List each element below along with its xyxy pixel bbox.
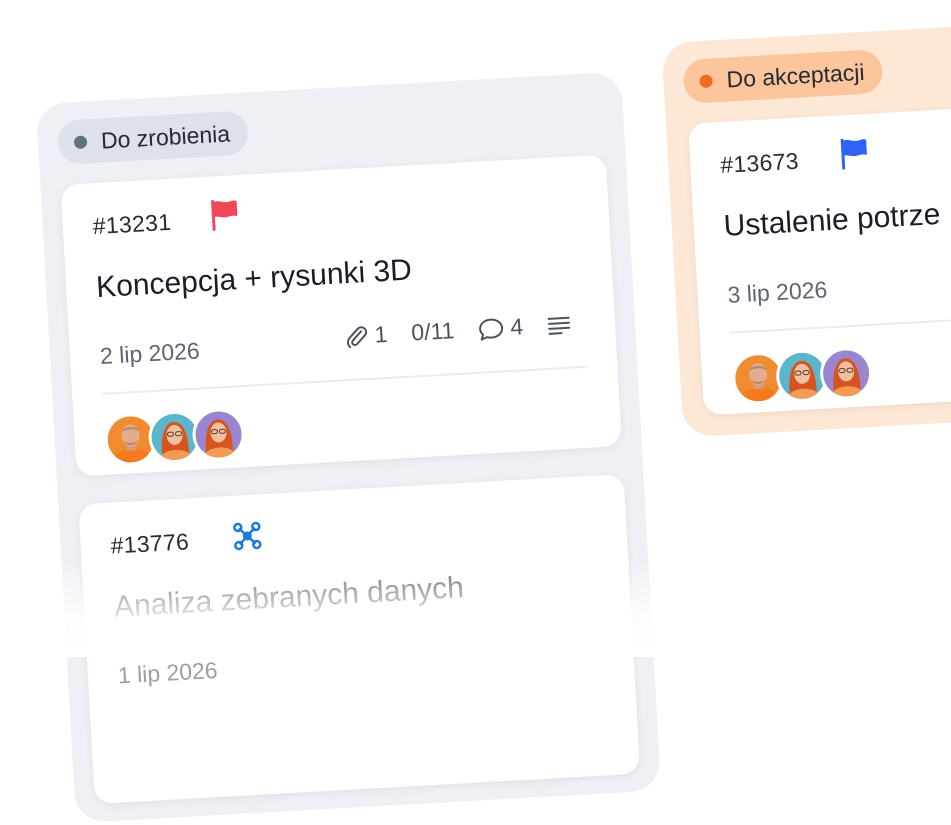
task-title: Koncepcja + rysunki 3D xyxy=(95,253,413,305)
column-status-pill[interactable]: Do zrobienia xyxy=(56,110,250,165)
paperclip-icon xyxy=(347,325,368,348)
task-date: 1 lip 2026 xyxy=(117,656,219,689)
task-title: Analiza zebranych danych xyxy=(113,571,465,624)
status-dot-icon xyxy=(73,134,88,149)
comments-value: 4 xyxy=(509,313,524,341)
avatar-woman-purple[interactable] xyxy=(191,407,247,462)
kanban-scene: Do zrobienia #13231 Koncepcja + rysunki … xyxy=(0,0,951,824)
task-date: 2 lip 2026 xyxy=(99,337,201,369)
task-title: Ustalenie potrze xyxy=(722,197,942,243)
comment-icon xyxy=(479,318,504,341)
task-id: #13231 xyxy=(92,208,172,240)
card-divider xyxy=(102,365,588,395)
priority-flag-icon xyxy=(211,199,238,231)
task-id: #13673 xyxy=(719,147,800,179)
column-todo: Do zrobienia #13231 Koncepcja + rysunki … xyxy=(35,71,662,824)
priority-flag-icon xyxy=(840,138,867,170)
column-status-pill[interactable]: Do akceptacji xyxy=(682,48,884,104)
task-card[interactable]: #13673 Ustalenie potrze 3 lip 2026 xyxy=(687,101,951,416)
attachments-count[interactable]: 1 xyxy=(344,321,388,350)
attachments-value: 1 xyxy=(373,320,389,348)
column-for-approval: Do akceptacji #13673 Ustalenie potrze 3 … xyxy=(661,19,951,438)
status-dot-icon xyxy=(699,73,713,88)
column-title: Do akceptacji xyxy=(725,58,866,93)
checklist-value: 0/11 xyxy=(410,317,456,346)
comments-count[interactable]: 4 xyxy=(478,313,524,342)
assignee-avatars[interactable] xyxy=(103,407,247,467)
assignee-avatars[interactable] xyxy=(730,345,874,406)
task-date: 3 lip 2026 xyxy=(726,276,828,308)
column-title: Do zrobienia xyxy=(100,119,231,154)
task-id: #13776 xyxy=(109,528,190,559)
subtask-network-icon xyxy=(233,521,262,551)
card-divider xyxy=(729,312,951,334)
task-meta: 1 0/11 4 xyxy=(344,311,572,351)
avatar-woman-purple[interactable] xyxy=(818,345,874,401)
task-card[interactable]: #13231 Koncepcja + rysunki 3D 2 lip 2026… xyxy=(60,154,622,477)
description-indicator xyxy=(546,313,571,336)
checklist-progress[interactable]: 0/11 xyxy=(411,317,456,346)
task-card[interactable]: #13776 Analiza zebranych danych 1 lip 20… xyxy=(78,473,641,804)
description-icon xyxy=(547,316,571,335)
